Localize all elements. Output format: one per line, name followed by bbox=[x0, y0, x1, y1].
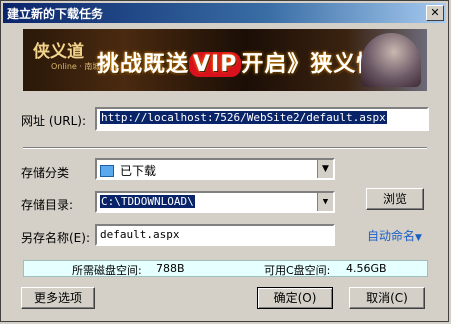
disk-required-label: 所需磁盘空间: bbox=[72, 264, 142, 277]
category-label: 存储分类 bbox=[21, 166, 70, 180]
chevron-down-icon[interactable]: ▼ bbox=[317, 160, 333, 178]
browse-button[interactable]: 浏览 bbox=[366, 188, 424, 210]
disk-available-label: 可用C盘空间: bbox=[264, 264, 331, 277]
folder-icon bbox=[100, 165, 114, 177]
hero-image bbox=[361, 33, 421, 87]
url-field[interactable]: http://localhost:7526/WebSite2/default.a… bbox=[95, 107, 429, 131]
vip-badge: VIP bbox=[189, 52, 242, 77]
chevron-down-icon: ▼ bbox=[415, 233, 422, 243]
category-value: 已下载 bbox=[120, 164, 157, 178]
window-title: 建立新的下载任务 bbox=[7, 7, 104, 21]
ok-button[interactable]: 确定(O) bbox=[257, 287, 333, 309]
title-bar: 建立新的下载任务 ✕ bbox=[3, 3, 446, 23]
directory-value: C:\TDDOWNLOAD\ bbox=[100, 195, 195, 208]
disk-available-value: 4.56GB bbox=[346, 262, 387, 275]
cancel-button[interactable]: 取消(C) bbox=[349, 287, 425, 309]
filename-label: 另存名称(E): bbox=[21, 231, 90, 245]
disk-required-value: 788B bbox=[156, 262, 185, 275]
directory-label: 存储目录: bbox=[21, 198, 74, 212]
close-icon[interactable]: ✕ bbox=[426, 5, 444, 21]
directory-combo[interactable]: C:\TDDOWNLOAD\ ▼ bbox=[95, 191, 335, 213]
ad-banner[interactable]: 侠义道 Online · 南城早园 挑战既送 VIP 开启》狭义情仇 bbox=[23, 29, 427, 91]
more-options-button[interactable]: 更多选项 bbox=[21, 287, 95, 309]
url-value: http://localhost:7526/WebSite2/default.a… bbox=[100, 111, 387, 124]
disk-space-bar: 所需磁盘空间: 788B 可用C盘空间: 4.56GB bbox=[23, 260, 428, 277]
chevron-down-icon[interactable]: ▼ bbox=[317, 193, 333, 211]
download-dialog: 建立新的下载任务 ✕ 侠义道 Online · 南城早园 挑战既送 VIP 开启》狭… bbox=[0, 0, 449, 322]
banner-headline: 挑战既送 VIP 开启》狭义情仇 bbox=[97, 46, 402, 78]
banner-headline-pre: 挑战既送 bbox=[97, 52, 190, 77]
auto-name-link[interactable]: 自动命名▼ bbox=[367, 227, 422, 244]
category-select[interactable]: 已下载 ▼ bbox=[95, 158, 335, 180]
banner-logo: 侠义道 bbox=[33, 42, 84, 62]
auto-name-label: 自动命名 bbox=[367, 229, 416, 243]
filename-input[interactable]: default.aspx bbox=[95, 224, 335, 246]
filename-value: default.aspx bbox=[100, 228, 180, 241]
separator bbox=[23, 147, 427, 149]
url-label: 网址 (URL): bbox=[21, 114, 87, 128]
